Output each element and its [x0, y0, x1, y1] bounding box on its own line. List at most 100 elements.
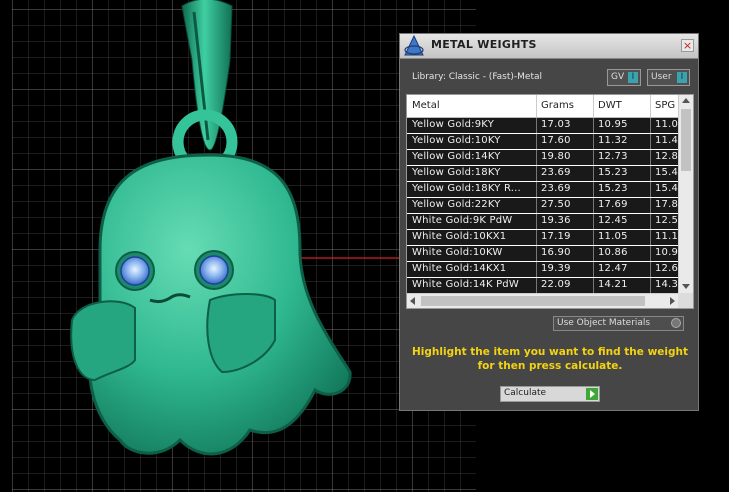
table-row[interactable]: White Gold:10KX1 17.19 11.05 11.18 — [407, 230, 679, 245]
column-separator — [536, 198, 537, 213]
cell-grams: 23.69 — [541, 183, 571, 194]
cell-metal: White Gold:9K PdW — [412, 215, 513, 226]
cell-metal: White Gold:14K PdW — [412, 279, 519, 290]
cell-dwt: 17.69 — [598, 199, 628, 210]
instruction-text: Highlight the item you want to find the … — [410, 345, 690, 373]
vertical-scrollbar[interactable] — [678, 95, 693, 293]
column-separator — [650, 118, 651, 133]
cell-dwt: 12.45 — [598, 215, 628, 226]
cell-spg: 12.61 — [655, 263, 679, 274]
column-separator — [593, 278, 594, 293]
cell-dwt: 11.05 — [598, 231, 628, 242]
cell-metal: Yellow Gold:22KY — [412, 199, 501, 210]
gv-toggle[interactable]: GV I — [607, 69, 641, 86]
cell-spg: 11.08 — [655, 119, 679, 130]
column-separator — [593, 150, 594, 165]
column-separator — [593, 246, 594, 261]
column-separator — [536, 262, 537, 277]
table-row[interactable]: Yellow Gold:10KY 17.60 11.32 11.45 — [407, 134, 679, 149]
table-row[interactable]: White Gold:10KW 16.90 10.86 10.99 — [407, 246, 679, 261]
column-separator — [536, 150, 537, 165]
column-separator — [650, 230, 651, 245]
cell-spg: 17.89 — [655, 199, 679, 210]
scroll-down-icon[interactable] — [682, 284, 690, 289]
use-object-materials-label: Use Object Materials — [557, 318, 651, 328]
cell-spg: 14.37 — [655, 279, 679, 290]
rhino-logo-icon — [404, 35, 424, 56]
column-separator — [536, 95, 537, 117]
cell-dwt: 12.73 — [598, 151, 628, 162]
panel-title: METAL WEIGHTS — [431, 38, 537, 51]
cell-metal: Yellow Gold:14KY — [412, 151, 501, 162]
horizontal-scrollbar[interactable] — [407, 293, 679, 308]
use-object-materials-toggle[interactable]: Use Object Materials — [553, 316, 684, 331]
cell-spg: 11.18 — [655, 231, 679, 242]
column-separator — [536, 166, 537, 181]
cell-metal: White Gold:14KX1 — [412, 263, 507, 274]
metal-weights-table[interactable]: Metal Grams DWT SPG Yellow Gold:9KY 17.03… — [406, 94, 694, 309]
user-toggle[interactable]: User I — [647, 69, 690, 86]
table-row[interactable]: Yellow Gold:14KY 19.80 12.73 12.88 — [407, 150, 679, 165]
column-separator — [536, 214, 537, 229]
column-separator — [593, 182, 594, 197]
column-separator — [650, 278, 651, 293]
instruction-line-2: for then press calculate. — [477, 360, 623, 372]
cell-dwt: 10.86 — [598, 247, 628, 258]
column-separator — [650, 150, 651, 165]
scroll-left-icon[interactable] — [410, 297, 415, 305]
cell-metal: Yellow Gold:9KY — [412, 119, 494, 130]
gv-toggle-indicator: I — [628, 72, 638, 83]
user-toggle-label: User — [651, 72, 672, 82]
scroll-right-icon[interactable] — [670, 297, 675, 305]
radio-circle-icon — [671, 318, 681, 328]
calculate-button[interactable]: Calculate — [500, 386, 600, 402]
table-row[interactable]: Yellow Gold:22KY 27.50 17.69 17.89 — [407, 198, 679, 213]
calculate-label: Calculate — [504, 388, 547, 398]
column-separator — [593, 166, 594, 181]
user-toggle-indicator: I — [677, 72, 687, 83]
column-separator — [650, 246, 651, 261]
gv-toggle-label: GV — [611, 72, 625, 82]
column-separator — [593, 230, 594, 245]
column-separator — [593, 95, 594, 117]
cell-spg: 10.99 — [655, 247, 679, 258]
cell-metal: Yellow Gold:18KY R... — [412, 183, 521, 194]
table-row[interactable]: Yellow Gold:9KY 17.03 10.95 11.08 — [407, 118, 679, 133]
cell-grams: 19.39 — [541, 263, 571, 274]
close-button[interactable]: × — [681, 39, 694, 52]
column-separator — [650, 166, 651, 181]
column-header-grams[interactable]: Grams — [541, 100, 591, 111]
cell-spg: 11.45 — [655, 135, 679, 146]
table-row[interactable]: White Gold:14K PdW 22.09 14.21 14.37 — [407, 278, 679, 293]
cell-dwt: 12.47 — [598, 263, 628, 274]
cell-grams: 17.19 — [541, 231, 571, 242]
panel-titlebar[interactable]: METAL WEIGHTS × — [400, 34, 698, 59]
cell-spg: 15.41 — [655, 183, 679, 194]
cell-dwt: 11.32 — [598, 135, 628, 146]
cell-metal: Yellow Gold:18KY — [412, 167, 501, 178]
cell-spg: 12.59 — [655, 215, 679, 226]
vertical-scroll-thumb[interactable] — [681, 109, 691, 171]
column-header-spg[interactable]: SPG — [655, 100, 679, 111]
cell-dwt: 15.23 — [598, 183, 628, 194]
column-separator — [650, 262, 651, 277]
cell-metal: White Gold:10KW — [412, 247, 503, 258]
table-row[interactable]: White Gold:9K PdW 19.36 12.45 12.59 — [407, 214, 679, 229]
table-row[interactable]: Yellow Gold:18KY R... 23.69 15.23 15.41 — [407, 182, 679, 197]
column-header-dwt[interactable]: DWT — [598, 100, 648, 111]
play-arrow-icon — [586, 388, 598, 400]
table-row[interactable]: White Gold:14KX1 19.39 12.47 12.61 — [407, 262, 679, 277]
column-separator — [650, 134, 651, 149]
horizontal-scroll-thumb[interactable] — [421, 296, 645, 306]
library-label: Library: Classic - (Fast)-Metal — [412, 72, 543, 82]
cell-grams: 17.03 — [541, 119, 571, 130]
table-row[interactable]: Yellow Gold:18KY 23.69 15.23 15.41 — [407, 166, 679, 181]
cell-metal: Yellow Gold:10KY — [412, 135, 501, 146]
column-header-metal[interactable]: Metal — [412, 100, 534, 111]
cell-grams: 16.90 — [541, 247, 571, 258]
instruction-line-1: Highlight the item you want to find the … — [412, 346, 688, 358]
column-separator — [536, 246, 537, 261]
column-separator — [650, 214, 651, 229]
cell-grams: 23.69 — [541, 167, 571, 178]
scroll-up-icon[interactable] — [682, 98, 690, 103]
